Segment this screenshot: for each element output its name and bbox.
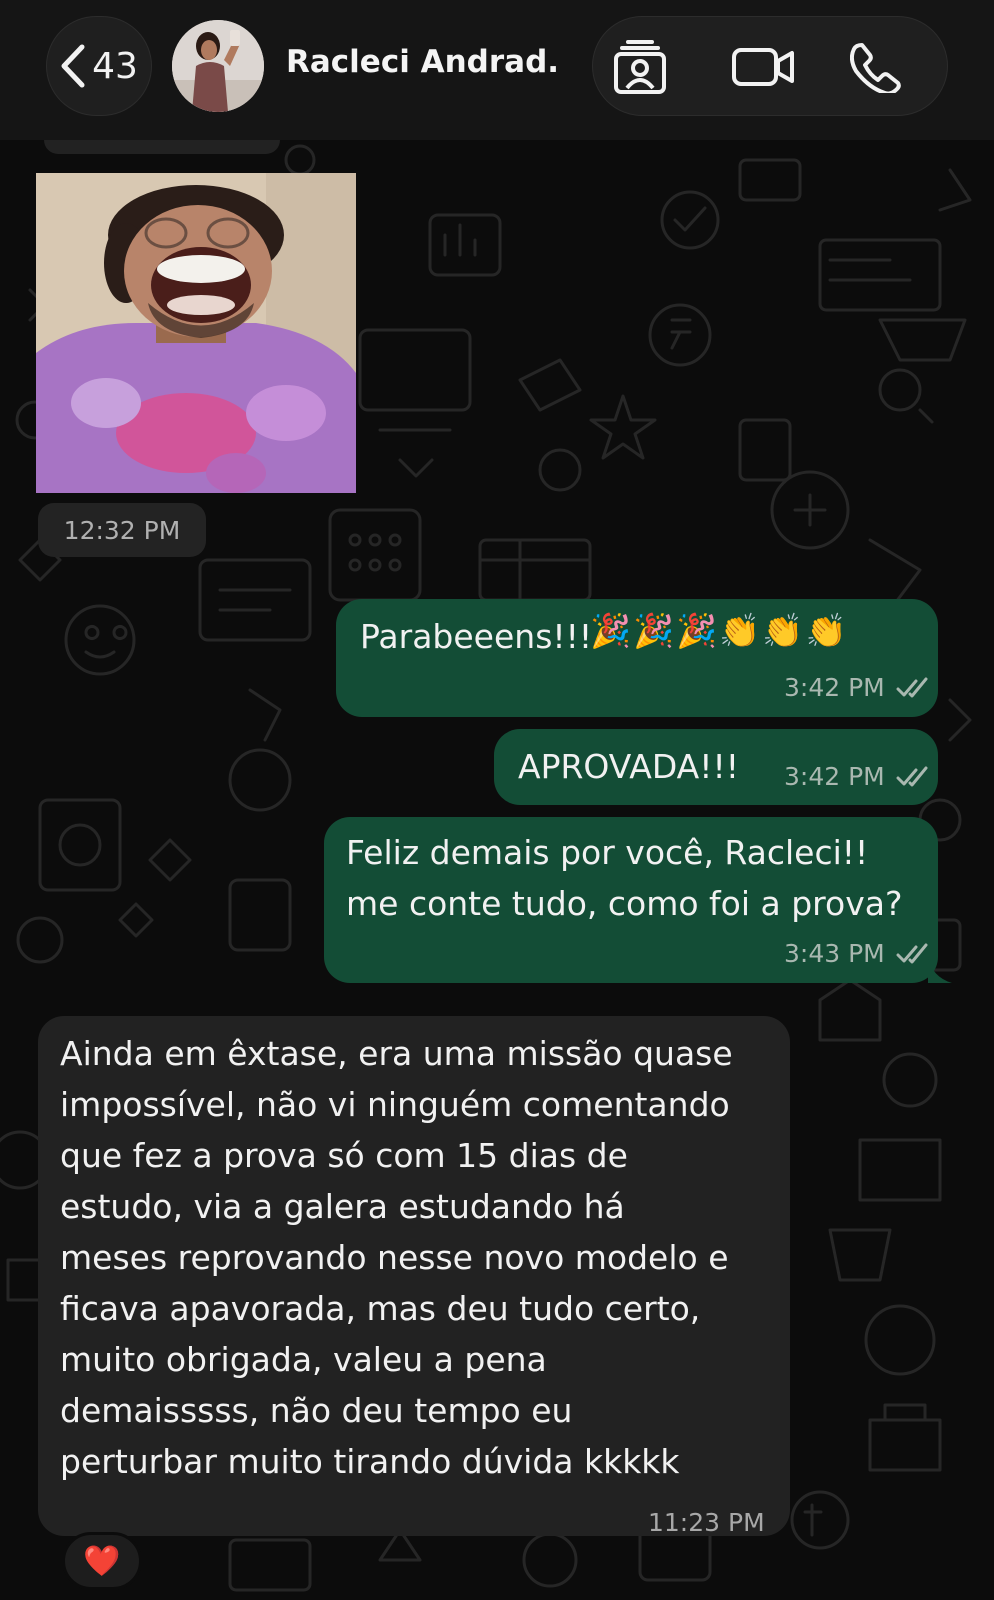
- message-time: 3:42 PM: [784, 762, 885, 791]
- heart-icon: ❤️: [83, 1543, 121, 1579]
- outgoing-message[interactable]: Parabeeens!!! 🎉🎉🎉👏👏👏 3:42 PM: [336, 599, 938, 717]
- message-text: APROVADA!!!: [518, 747, 739, 786]
- message-time: 11:23 PM: [648, 1508, 765, 1537]
- incoming-message[interactable]: Ainda em êxtase, era uma missão quase im…: [38, 1016, 790, 1537]
- video-call-button[interactable]: [729, 39, 799, 95]
- chevron-left-icon: [61, 44, 85, 88]
- chat-screen: 43 Racleci Andrad... 12:32 PM Parabeeens…: [0, 0, 994, 1600]
- outgoing-message[interactable]: Feliz demais por você, Racleci!! me cont…: [324, 817, 952, 983]
- read-ticks-icon: [896, 943, 928, 964]
- heart-reaction[interactable]: ❤️: [62, 1532, 142, 1590]
- chat-header: 43 Racleci Andrad...: [0, 0, 994, 140]
- previous-message-edge: [44, 138, 280, 154]
- sticker-timestamp: 12:32 PM: [38, 503, 206, 557]
- outgoing-message[interactable]: APROVADA!!! 3:42 PM: [494, 729, 938, 805]
- voice-call-button[interactable]: [841, 39, 911, 95]
- message-text: Ainda em êxtase, era uma missão quase im…: [60, 1034, 733, 1481]
- unread-count: 43: [92, 45, 138, 87]
- video-call-icon: [732, 48, 794, 86]
- back-button[interactable]: 43: [46, 16, 152, 116]
- message-text: Parabeeens!!!: [360, 617, 593, 656]
- contact-card-button[interactable]: [605, 39, 675, 95]
- contact-card-icon: [614, 40, 666, 94]
- sticker-picture: [36, 173, 356, 493]
- sticker-image[interactable]: [36, 173, 356, 493]
- phone-call-icon: [850, 43, 901, 93]
- contact-name[interactable]: Racleci Andrad...: [286, 44, 558, 80]
- call-actions-group: [592, 16, 948, 116]
- message-time: 3:42 PM: [784, 673, 885, 702]
- bubble-tail: [928, 957, 952, 983]
- contact-avatar[interactable]: [172, 20, 264, 112]
- message-emojis: 🎉🎉🎉👏👏👏: [590, 611, 849, 650]
- read-ticks-icon: [896, 766, 928, 787]
- message-time: 3:43 PM: [784, 939, 885, 968]
- message-text: Feliz demais por você, Racleci!! me cont…: [346, 833, 903, 923]
- read-ticks-icon: [896, 677, 928, 698]
- avatar-photo: [172, 20, 264, 112]
